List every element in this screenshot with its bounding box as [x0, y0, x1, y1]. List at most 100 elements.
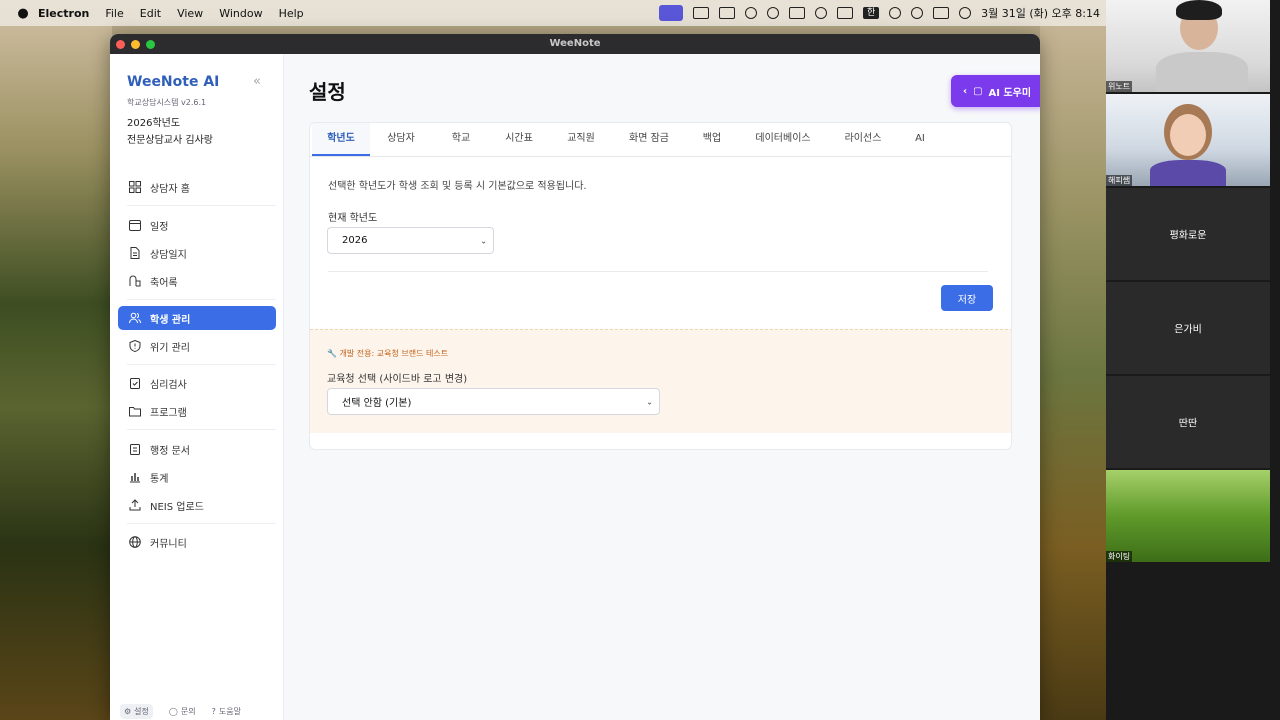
bar-chart-icon	[128, 470, 142, 484]
transcript-icon	[128, 274, 142, 288]
sidebar-item-label: 축어록	[150, 277, 178, 289]
sidebar-item-label: 심리검사	[150, 379, 187, 391]
tab-screen-lock[interactable]: 화면 잠금	[614, 123, 684, 156]
save-button[interactable]: 저장	[941, 285, 993, 311]
display-icon[interactable]	[693, 7, 710, 19]
wifi-icon[interactable]	[889, 7, 902, 19]
menu-bar: ● Electron File Edit View Window Help 한 …	[0, 0, 1106, 26]
participant-tile[interactable]: 해피쌤	[1106, 94, 1270, 186]
sidebar-item-home[interactable]: 상담자 홈	[118, 175, 276, 199]
users-icon	[128, 311, 142, 325]
battery-icon[interactable]	[837, 7, 854, 19]
sun-icon[interactable]	[767, 7, 780, 19]
desktop-wallpaper-right	[1040, 26, 1106, 720]
maximize-window-button[interactable]	[146, 40, 155, 49]
title-bar: WeeNote	[110, 34, 1040, 54]
tab-staff[interactable]: 교직원	[548, 123, 614, 156]
sidebar-item-statistics[interactable]: 통계	[118, 465, 276, 489]
sidebar-item-community[interactable]: 커뮤니티	[118, 530, 276, 554]
participant-tile[interactable]: 평화로운	[1106, 188, 1270, 280]
sidebar: WeeNote AI « 학교상담시스템 v2.6.1 2026학년도 전문상담…	[110, 54, 284, 720]
menubar-datetime[interactable]: 3월 31일 (화) 오후 8:14	[981, 5, 1100, 21]
settings-label: 설정	[134, 707, 149, 716]
year-description: 선택한 학년도가 학생 조회 및 등록 시 기본값으로 적용됩니다.	[328, 181, 587, 192]
participant-video	[1156, 52, 1248, 92]
sidebar-item-program[interactable]: 프로그램	[118, 399, 276, 423]
sidebar-item-crisis-management[interactable]: 위기 관리	[118, 334, 276, 358]
education-office-select[interactable]: 선택 안함 (기본) ⌄	[327, 388, 660, 415]
divider	[328, 271, 988, 272]
divider	[127, 523, 276, 524]
participant-tile[interactable]: 딴딴	[1106, 376, 1270, 468]
battery-status-icon[interactable]	[719, 7, 736, 19]
settings-link[interactable]: ⚙ 설정	[120, 704, 153, 719]
inquiry-label: 문의	[180, 707, 196, 716]
spotlight-search-icon[interactable]	[911, 7, 924, 19]
dev-only-note: 🔧 개발 전용: 교육청 브랜드 테스트	[327, 349, 449, 358]
tab-school[interactable]: 학교	[432, 123, 490, 156]
tab-database[interactable]: 데이터베이스	[740, 123, 826, 156]
sidebar-item-admin-docs[interactable]: 행정 문서	[118, 437, 276, 461]
current-year-label: 현재 학년도	[328, 213, 378, 224]
education-office-value: 선택 안함 (기본)	[342, 398, 412, 409]
participant-name-tag: 해피쌤	[1106, 175, 1133, 186]
sidebar-item-transcript[interactable]: 축어록	[118, 269, 276, 293]
siri-icon[interactable]	[959, 7, 972, 19]
divider	[127, 299, 276, 300]
tab-timetable[interactable]: 시간표	[490, 123, 548, 156]
participant-name: 평화로운	[1169, 230, 1207, 242]
video-call-panel: 위노트 해피쌤 평화로운 은가비 딴딴 화이팅	[1106, 0, 1280, 720]
tab-license[interactable]: 라이선스	[826, 123, 900, 156]
menu-view[interactable]: View	[177, 7, 203, 20]
menu-help[interactable]: Help	[279, 7, 304, 20]
apple-menu-icon[interactable]: ●	[8, 6, 38, 21]
help-circle-icon: ?	[211, 707, 216, 716]
current-year-select[interactable]: 2026 ⌄	[327, 227, 494, 254]
control-center-icon[interactable]	[933, 7, 950, 19]
menu-edit[interactable]: Edit	[140, 7, 161, 20]
glasses-icon[interactable]	[745, 7, 758, 19]
sidebar-item-student-management[interactable]: 학생 관리	[118, 306, 276, 330]
sidebar-item-label: 일정	[150, 221, 169, 233]
minimize-window-button[interactable]	[131, 40, 140, 49]
sidebar-item-counseling-log[interactable]: 상담일지	[118, 241, 276, 265]
participant-tile[interactable]: 위노트	[1106, 0, 1270, 92]
sidebar-item-psych-test[interactable]: 심리검사	[118, 371, 276, 395]
sidebar-item-label: 커뮤니티	[150, 538, 187, 550]
dev-brand-test-section: 🔧 개발 전용: 교육청 브랜드 테스트 교육청 선택 (사이드바 로고 변경)…	[310, 329, 1011, 433]
grid-icon	[128, 180, 142, 194]
cube-icon[interactable]	[789, 7, 806, 19]
clipboard-icon	[128, 442, 142, 456]
sidebar-item-label: 위기 관리	[150, 342, 190, 354]
chat-bubble-icon: ◯	[168, 707, 178, 716]
alert-icon	[128, 339, 142, 353]
app-window: WeeNote WeeNote AI « 학교상담시스템 v2.6.1 2026…	[110, 34, 1040, 720]
menu-file[interactable]: File	[105, 7, 123, 20]
help-label: 도움말	[218, 707, 241, 716]
chevron-down-icon: ⌄	[646, 397, 653, 406]
collapse-sidebar-button[interactable]: «	[253, 74, 261, 89]
participant-tile[interactable]: 화이팅	[1106, 470, 1270, 562]
input-source-icon[interactable]: 한	[863, 7, 880, 19]
sidebar-item-neis-upload[interactable]: NEIS 업로드	[118, 493, 276, 517]
page-title: 설정	[309, 80, 346, 104]
close-window-button[interactable]	[116, 40, 125, 49]
tab-counselor[interactable]: 상담자	[370, 123, 432, 156]
sidebar-item-label: 상담자 홈	[150, 183, 190, 195]
tab-ai[interactable]: AI	[900, 123, 940, 156]
inquiry-link[interactable]: ◯ 문의	[169, 704, 196, 719]
bluetooth-icon[interactable]	[815, 7, 828, 19]
menu-window[interactable]: Window	[219, 7, 262, 20]
help-link[interactable]: ? 도움말	[212, 704, 241, 719]
tab-backup[interactable]: 백업	[684, 123, 740, 156]
sidebar-item-label: 상담일지	[150, 249, 187, 261]
screen-share-icon[interactable]	[659, 5, 684, 21]
tab-academic-year[interactable]: 학년도	[312, 123, 370, 156]
menu-app-name[interactable]: Electron	[38, 7, 89, 20]
robot-icon: ▢	[973, 85, 983, 97]
participant-tile[interactable]: 은가비	[1106, 282, 1270, 374]
ai-assistant-button[interactable]: ‹ ▢ AI 도우미	[951, 75, 1040, 107]
current-year-value: 2026	[342, 235, 368, 246]
divider	[127, 364, 276, 365]
sidebar-item-schedule[interactable]: 일정	[118, 213, 276, 237]
